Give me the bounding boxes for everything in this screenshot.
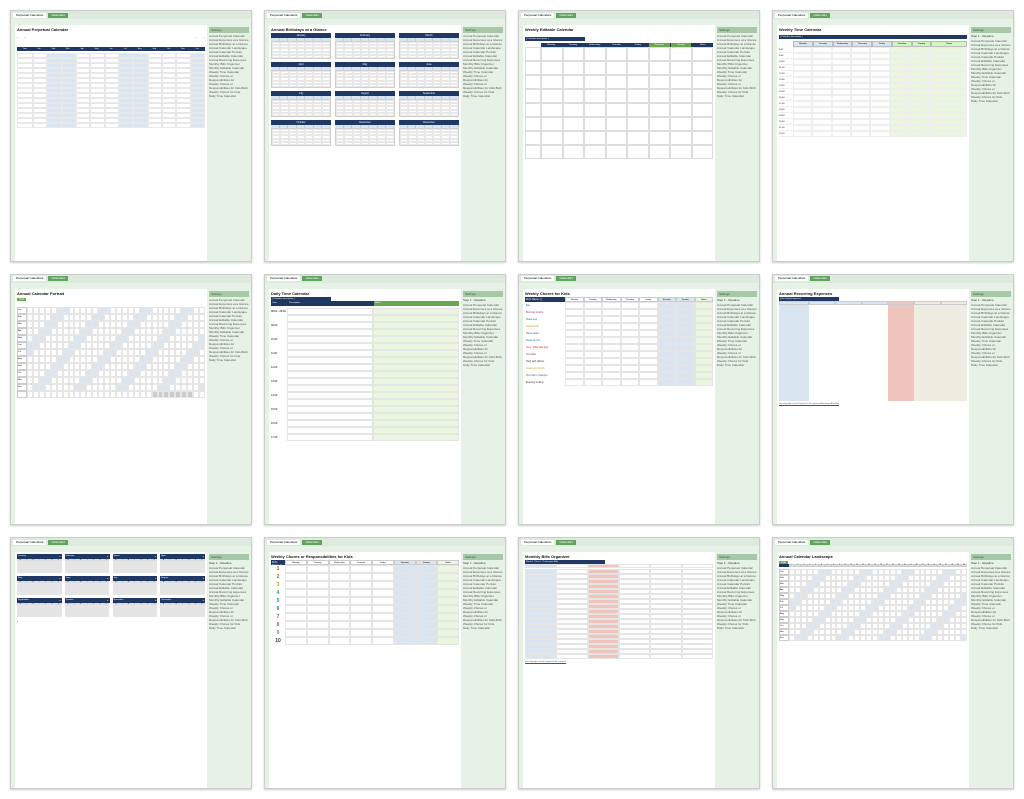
link[interactable] <box>17 619 205 621</box>
template-thumb-daily-time[interactable]: Perpetual CalendarsCalendars Daily Time … <box>264 274 506 526</box>
setting-link[interactable]: Weekly Chores or Responsibilities for <box>971 606 1011 614</box>
setting-link[interactable]: Weekly Chores or Responsibilities for Ki… <box>209 346 249 354</box>
title: Annual Birthdays at a Glance <box>271 27 459 32</box>
land-head: 1234567891011121314151617181920212223242… <box>779 564 967 567</box>
setting-link[interactable]: Daily Time Calendar <box>971 363 1011 367</box>
setting-link[interactable]: Weekly Chores or Responsibilities for <box>971 79 1011 87</box>
title: Daily Time Calendar <box>271 291 459 296</box>
setting-link[interactable]: Weekly Chores or Responsibilities for Ki… <box>463 614 503 622</box>
title: Monthly Bills Organizer <box>525 554 713 559</box>
toolbar: Perpetual Calendars Calendars <box>11 11 251 19</box>
title: Annual Recurring Expenses <box>779 291 967 296</box>
template-thumb-annual-landscape[interactable]: Perpetual CalendarsCalendars Annual Cale… <box>772 537 1014 789</box>
chores-grid: EatMorning routineMake bedClean roomHome… <box>525 302 713 386</box>
settings-btn[interactable]: Settings <box>209 27 249 33</box>
template-thumb-bills[interactable]: Perpetual CalendarsCalendars Monthly Bil… <box>518 537 760 789</box>
setting-link[interactable]: Weekly Chores or Responsibilities for <box>463 606 503 614</box>
setting-link[interactable]: Weekly Chores or Responsibilities for <box>209 74 249 82</box>
title: Annual Calendar Landscape <box>779 554 967 559</box>
nums-grid: 12345678910 <box>271 565 459 645</box>
title: Weekly Time Calendar <box>779 27 967 32</box>
template-thumb-birthdays[interactable]: Perpetual CalendarsCalendars Annual Birt… <box>264 10 506 262</box>
template-thumb-chores-resp[interactable]: Perpetual CalendarsCalendars Weekly Chor… <box>264 537 506 789</box>
desc-bar: [ Calendar description ] <box>525 37 585 41</box>
setting-link[interactable]: Weekly Chores or Responsibilities for Ki… <box>463 82 503 90</box>
setting-link[interactable]: Daily Time Calendar <box>463 94 503 98</box>
setting-link[interactable]: Weekly Chores or Responsibilities for Ki… <box>209 614 249 622</box>
template-thumb-recurring-expenses[interactable]: Perpetual CalendarsCalendars Annual Recu… <box>772 274 1014 526</box>
setting-link[interactable]: Weekly Chores or Responsibilities for <box>463 74 503 82</box>
setting-link[interactable]: Weekly Chores or Responsibilities for <box>209 606 249 614</box>
link[interactable]: https://google.com/url?q=https://v.42.co… <box>779 403 967 405</box>
setting-link[interactable]: Weekly Chores or Responsibilities for Ki… <box>971 87 1011 95</box>
setting-link[interactable]: Daily Time Calendar <box>971 99 1011 103</box>
title: Weekly Editable Calendar <box>525 27 713 32</box>
app-name: Perpetual Calendars <box>13 13 46 18</box>
year-grid <box>17 53 205 128</box>
tab[interactable]: Calendars <box>48 13 68 18</box>
sub <box>17 33 205 35</box>
setting-link[interactable]: Weekly Chores or Responsibilities for Ki… <box>971 614 1011 622</box>
template-thumb-annual-portrait[interactable]: Perpetual CalendarsCalendars Annual Cale… <box>10 274 252 526</box>
week-body: 8:009:0010:0011:0012:0013:0014:0015:0016… <box>779 47 967 137</box>
setting-link[interactable]: Daily Time Calendar <box>463 363 503 367</box>
setting-link[interactable]: Weekly Chores or Responsibilities for Ki… <box>209 82 249 90</box>
title: Annual Perpetual Calendar <box>17 27 205 32</box>
setting-link[interactable]: Weekly Chores or Responsibilities for Ki… <box>717 82 757 90</box>
setting-link[interactable]: Weekly Chores or Responsibilities for <box>209 338 249 346</box>
month-minis: JanuaryFebruaryMarchAprilMayJuneJulyAugu… <box>271 33 459 146</box>
canvas: Annual Perpetual Calendar ⌂⌂☼☼ Year JanF… <box>15 25 207 261</box>
template-thumb-chores-kids[interactable]: Perpetual CalendarsCalendars Weekly Chor… <box>518 274 760 526</box>
setting-link[interactable]: Weekly Chores or Responsibilities for Ki… <box>717 614 757 622</box>
setting-link[interactable]: Daily Time Calendar <box>209 626 249 630</box>
setting-link[interactable]: Daily Time Calendar <box>971 626 1011 630</box>
setting-link[interactable]: Weekly Chores or Responsibilities for Ki… <box>971 351 1011 359</box>
template-thumb-weekly-editable[interactable]: Perpetual CalendarsCalendars Weekly Edit… <box>518 10 760 262</box>
setting-link[interactable]: Weekly Chores or Responsibilities for <box>717 606 757 614</box>
year-bar: Year JanFebMar AprMayJun JulAugSep OctNo… <box>17 47 205 51</box>
daily-bar: Time Description Notes <box>271 301 459 306</box>
link[interactable]: https://google.com/url?q=https://v.42.co… <box>525 661 713 663</box>
setting-link[interactable]: Daily Time Calendar <box>209 94 249 98</box>
rightcol: Settings Annual Perpetual CalendarAnnual… <box>207 25 251 261</box>
setting-link[interactable]: Weekly Chores or Responsibilities for <box>971 343 1011 351</box>
title: Weekly Chores or Responsibilities for Ki… <box>271 554 459 559</box>
template-thumb-annual-perpetual[interactable]: Perpetual Calendars Calendars Annual Per… <box>10 10 252 262</box>
template-thumb-weekly-time[interactable]: Perpetual CalendarsCalendars Weekly Time… <box>772 10 1014 262</box>
setting-link[interactable]: Weekly Chores or Responsibilities for Ki… <box>463 351 503 359</box>
setting-link[interactable]: Daily Time Calendar <box>717 363 757 367</box>
month-minis-12: January▸MTWTFSSFebruary▸MTWTFSSMarch▸MTW… <box>17 554 205 617</box>
setting-link[interactable]: Daily Time Calendar <box>717 94 757 98</box>
title: Annual Calendar Portrait <box>17 291 205 296</box>
setting-link[interactable]: Weekly Chores or Responsibilities for Ki… <box>717 351 757 359</box>
setting-link[interactable]: Weekly Chores or Responsibilities for <box>717 343 757 351</box>
title: Weekly Chores for Kids <box>525 291 713 296</box>
template-thumb-12month[interactable]: Perpetual CalendarsCalendars January▸MTW… <box>10 537 252 789</box>
setting-link[interactable]: Daily Time Calendar <box>209 358 249 362</box>
setting-link[interactable]: Weekly Chores or Responsibilities for <box>717 74 757 82</box>
setting-link[interactable]: Daily Time Calendar <box>463 626 503 630</box>
setting-link[interactable]: Weekly Chores or Responsibilities for <box>463 343 503 351</box>
setting-link[interactable]: Daily Time Calendar <box>717 626 757 630</box>
